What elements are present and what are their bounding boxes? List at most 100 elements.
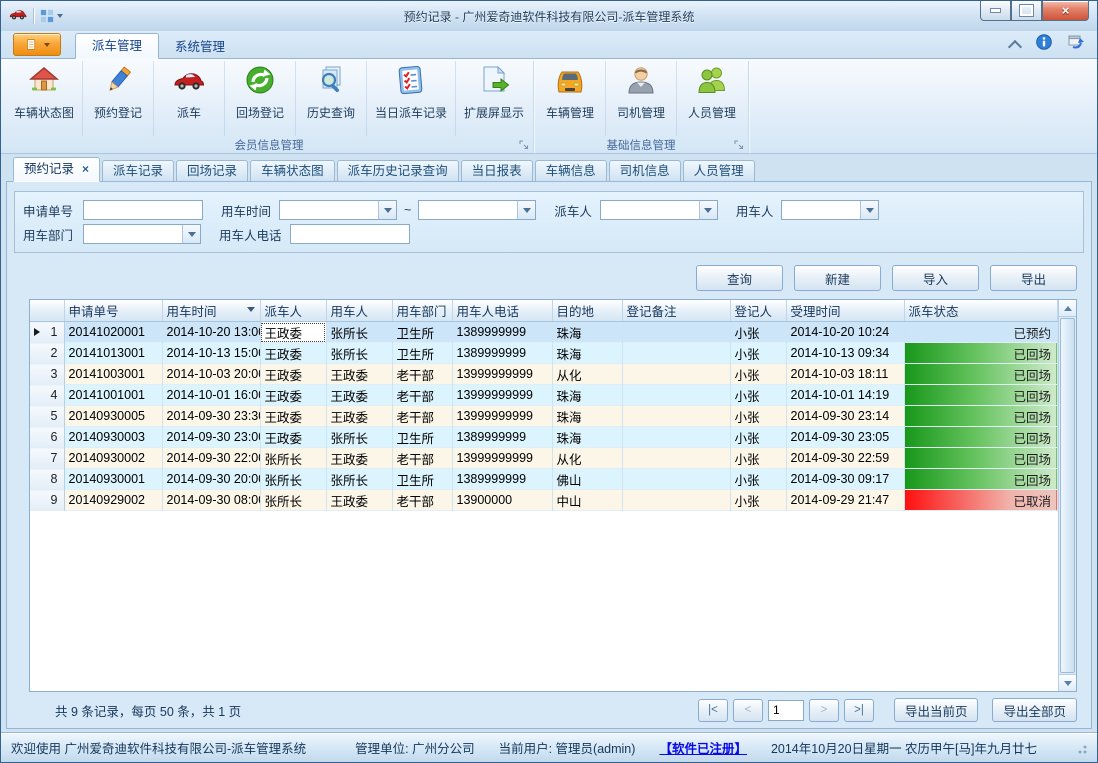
ribbon-button-reservation-register[interactable]: 预约登记 xyxy=(83,61,154,136)
doc-tab-driver-info[interactable]: 司机信息 xyxy=(609,160,681,182)
cell-use-time[interactable]: 2014-10-03 20:00 xyxy=(162,364,260,385)
doc-tab-return-records[interactable]: 回场记录 xyxy=(176,160,248,182)
cell-destination[interactable]: 珠海 xyxy=(552,385,622,406)
chevron-down-icon[interactable] xyxy=(182,225,200,243)
cell-destination[interactable]: 中山 xyxy=(552,490,622,511)
cell-remark[interactable] xyxy=(622,364,730,385)
table-row[interactable]: 6 20140930003 2014-09-30 23:00 王政委 张所长 卫… xyxy=(30,427,1058,448)
dispatcher-combo[interactable] xyxy=(600,200,718,220)
cell-apply-no[interactable]: 20141001001 xyxy=(64,385,162,406)
table-row[interactable]: 7 20140930002 2014-09-30 22:00 张所长 王政委 老… xyxy=(30,448,1058,469)
cell-phone[interactable]: 1389999999 xyxy=(452,427,552,448)
cell-user[interactable]: 王政委 xyxy=(326,364,392,385)
cell-registrar[interactable]: 小张 xyxy=(730,364,786,385)
header-status[interactable]: 派车状态 xyxy=(904,300,1058,322)
doc-tab-daily-report[interactable]: 当日报表 xyxy=(461,160,533,182)
license-registered-link[interactable]: 【软件已注册】 xyxy=(659,738,747,757)
export-all-pages-button[interactable]: 导出全部页 xyxy=(992,698,1077,722)
row-indicator[interactable]: 8 xyxy=(30,469,64,490)
cell-dept[interactable]: 老干部 xyxy=(392,364,452,385)
cell-use-time[interactable]: 2014-10-13 15:00 xyxy=(162,343,260,364)
cell-apply-no[interactable]: 20141013001 xyxy=(64,343,162,364)
cell-phone[interactable]: 13999999999 xyxy=(452,364,552,385)
cell-phone[interactable]: 13999999999 xyxy=(452,385,552,406)
table-row[interactable]: 4 20141001001 2014-10-01 16:00 王政委 王政委 老… xyxy=(30,385,1058,406)
cell-remark[interactable] xyxy=(622,385,730,406)
cell-apply-no[interactable]: 20140930001 xyxy=(64,469,162,490)
cell-dept[interactable]: 卫生所 xyxy=(392,322,452,343)
cell-registrar[interactable]: 小张 xyxy=(730,406,786,427)
row-indicator[interactable]: 4 xyxy=(30,385,64,406)
ribbon-button-driver-management[interactable]: 司机管理 xyxy=(606,61,677,136)
app-menu-button[interactable] xyxy=(13,33,61,56)
scroll-up-icon[interactable] xyxy=(1059,300,1076,317)
export-current-page-button[interactable]: 导出当前页 xyxy=(894,698,979,722)
doc-tab-vehicle-status-map[interactable]: 车辆状态图 xyxy=(250,160,335,182)
row-indicator[interactable]: 6 xyxy=(30,427,64,448)
cell-dispatch-status[interactable]: 已回场 xyxy=(904,448,1058,469)
last-page-button[interactable]: >| xyxy=(844,699,874,722)
cell-dispatcher[interactable]: 王政委 xyxy=(260,427,326,448)
cell-dispatch-status[interactable]: 已回场 xyxy=(904,406,1058,427)
cell-user[interactable]: 王政委 xyxy=(326,385,392,406)
cell-remark[interactable] xyxy=(622,427,730,448)
table-row[interactable]: 1 20141020001 2014-10-20 13:00 王政委 张所长 卫… xyxy=(30,322,1058,343)
cell-dispatcher[interactable]: 张所长 xyxy=(260,469,326,490)
cell-apply-no[interactable]: 20140929002 xyxy=(64,490,162,511)
prev-page-button[interactable]: < xyxy=(733,699,763,722)
page-number-input[interactable] xyxy=(768,700,804,721)
header-accept-time[interactable]: 受理时间 xyxy=(786,300,904,322)
next-page-button[interactable]: > xyxy=(809,699,839,722)
query-button[interactable]: 查询 xyxy=(696,265,783,291)
cell-dispatcher[interactable]: 王政委 xyxy=(260,406,326,427)
cell-dept[interactable]: 卫生所 xyxy=(392,427,452,448)
cell-remark[interactable] xyxy=(622,406,730,427)
resize-grip[interactable] xyxy=(1075,742,1087,754)
header-remark[interactable]: 登记备注 xyxy=(622,300,730,322)
use-time-from-combo[interactable] xyxy=(279,200,397,220)
ribbon-button-today-dispatch-records[interactable]: 当日派车记录 xyxy=(367,61,456,136)
minimize-button[interactable] xyxy=(980,1,1011,21)
cell-apply-no[interactable]: 20141003001 xyxy=(64,364,162,385)
row-indicator[interactable]: 7 xyxy=(30,448,64,469)
chevron-down-icon[interactable] xyxy=(378,201,396,219)
info-icon[interactable] xyxy=(1036,34,1052,55)
cell-use-time[interactable]: 2014-10-01 16:00 xyxy=(162,385,260,406)
cell-dispatch-status[interactable]: 已取消 xyxy=(904,490,1058,511)
cell-use-time[interactable]: 2014-10-20 13:00 xyxy=(162,322,260,343)
ribbon-button-vehicle-management[interactable]: 车辆管理 xyxy=(535,61,606,136)
ribbon-button-history-query[interactable]: 历史查询 xyxy=(296,61,367,136)
cell-apply-no[interactable]: 20140930002 xyxy=(64,448,162,469)
cell-destination[interactable]: 珠海 xyxy=(552,427,622,448)
cell-accept-time[interactable]: 2014-09-30 23:14 xyxy=(786,406,904,427)
close-button[interactable]: × xyxy=(1042,1,1089,21)
vertical-scrollbar[interactable] xyxy=(1058,300,1076,691)
scroll-down-icon[interactable] xyxy=(1059,674,1076,691)
cell-use-time[interactable]: 2014-09-30 23:00 xyxy=(162,427,260,448)
chevron-down-icon[interactable] xyxy=(699,201,717,219)
row-indicator[interactable]: 2 xyxy=(30,343,64,364)
first-page-button[interactable]: |< xyxy=(698,699,728,722)
chevron-down-icon[interactable] xyxy=(517,201,535,219)
row-indicator[interactable]: 5 xyxy=(30,406,64,427)
header-user[interactable]: 用车人 xyxy=(326,300,392,322)
collapse-ribbon-icon[interactable] xyxy=(1008,39,1022,53)
maximize-button[interactable] xyxy=(1011,1,1042,21)
doc-tab-dispatch-records[interactable]: 派车记录 xyxy=(102,160,174,182)
phone-input[interactable] xyxy=(290,224,410,244)
cell-dispatcher[interactable]: 王政委 xyxy=(260,385,326,406)
header-registrar[interactable]: 登记人 xyxy=(730,300,786,322)
ribbon-tab-system[interactable]: 系统管理 xyxy=(159,35,241,59)
cell-dispatch-status[interactable]: 已回场 xyxy=(904,364,1058,385)
cell-destination[interactable]: 珠海 xyxy=(552,406,622,427)
cell-dept[interactable]: 卫生所 xyxy=(392,343,452,364)
cell-apply-no[interactable]: 20140930003 xyxy=(64,427,162,448)
cell-use-time[interactable]: 2014-09-30 20:00 xyxy=(162,469,260,490)
cell-accept-time[interactable]: 2014-09-30 23:05 xyxy=(786,427,904,448)
about-window-icon[interactable] xyxy=(1068,34,1085,55)
table-row[interactable]: 8 20140930001 2014-09-30 20:00 张所长 张所长 卫… xyxy=(30,469,1058,490)
header-use-time[interactable]: 用车时间 xyxy=(162,300,260,322)
cell-phone[interactable]: 1389999999 xyxy=(452,343,552,364)
dept-combo[interactable] xyxy=(83,224,201,244)
cell-accept-time[interactable]: 2014-10-13 09:34 xyxy=(786,343,904,364)
